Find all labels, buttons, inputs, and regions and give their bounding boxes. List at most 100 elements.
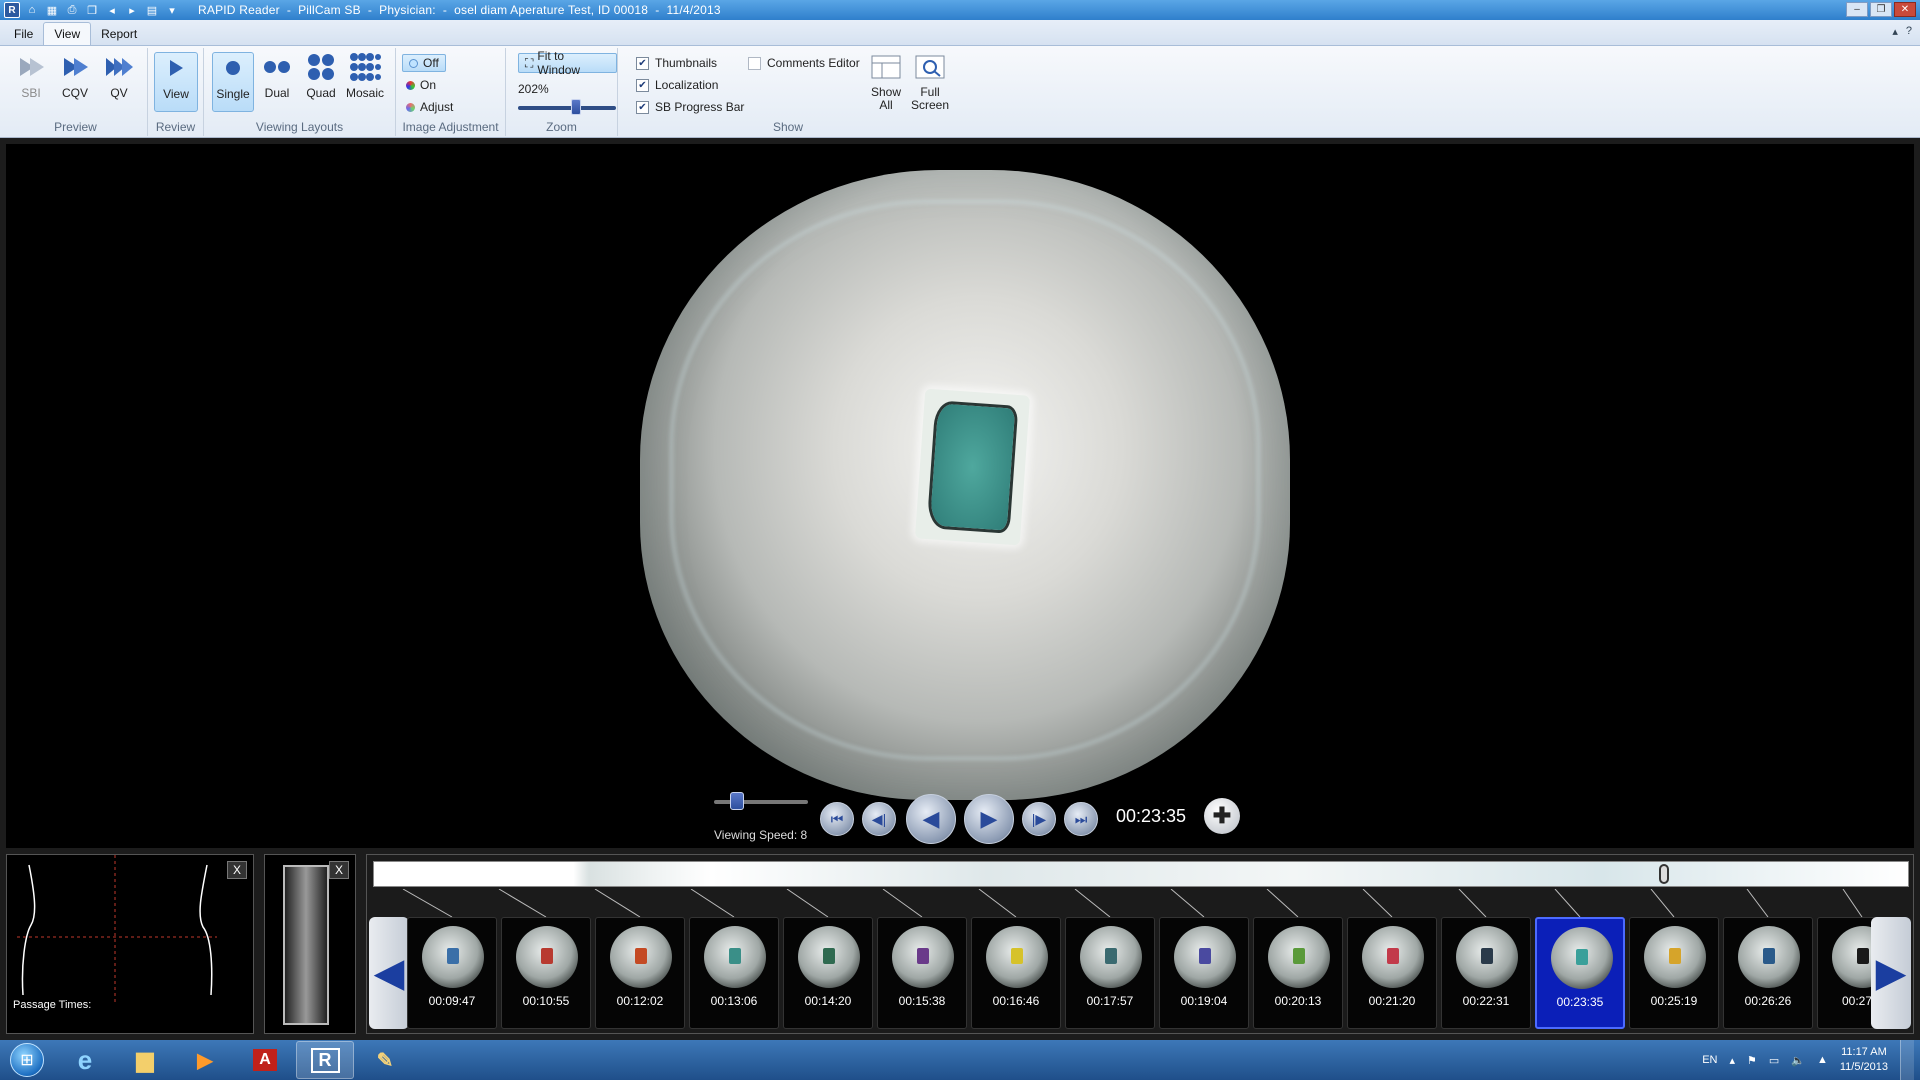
close-sb-progress-button[interactable]: X [329, 861, 349, 879]
thumbnail-item[interactable]: 00:23:35 [1535, 917, 1625, 1029]
localization-checkbox[interactable]: ✔ Localization [636, 78, 718, 92]
help-icon[interactable]: ? [1906, 25, 1912, 38]
thumbnails-checkbox[interactable]: ✔ Thumbnails [636, 56, 717, 70]
comments-editor-checkbox[interactable]: Comments Editor [748, 56, 860, 70]
layout-mosaic-button[interactable]: Mosaic [344, 52, 386, 112]
thumbnail-item[interactable]: 00:21:20 [1347, 917, 1437, 1029]
rapid-reader-icon: R [310, 1047, 340, 1073]
group-zoom: ⛶ Fit to Window 202% Zoom [506, 48, 618, 136]
thumbnail-item[interactable]: 00:19:04 [1159, 917, 1249, 1029]
play-icon[interactable]: ▸ [124, 2, 140, 18]
system-tray: EN ▴ ⚑ ▭ 🔈 ▲ 11:17 AM 11/5/2013 [1702, 1040, 1920, 1080]
sbi-icon [14, 52, 48, 82]
thumbnail-item[interactable]: 00:16:46 [971, 917, 1061, 1029]
tab-view[interactable]: View [43, 22, 92, 45]
thumbnail-item[interactable]: 00:13:06 [689, 917, 779, 1029]
start-button[interactable]: ⊞ [0, 1040, 54, 1080]
full-screen-button[interactable]: Full Screen [908, 52, 952, 114]
adjust-off-option[interactable]: Off [402, 54, 446, 72]
thumbnail-item[interactable]: 00:15:38 [877, 917, 967, 1029]
qv-button[interactable]: QV [98, 52, 140, 112]
add-bookmark-button[interactable]: ✚ [1204, 798, 1240, 834]
language-indicator[interactable]: EN [1702, 1054, 1717, 1066]
report-icon[interactable]: ▤ [144, 2, 160, 18]
connector-line [1458, 889, 1487, 917]
group-label-image-adjustment: Image Adjustment [402, 120, 499, 134]
clock[interactable]: 11:17 AM 11/5/2013 [1840, 1045, 1888, 1075]
thumbnails-next-button[interactable]: ▶ [1871, 917, 1911, 1029]
tab-report[interactable]: Report [91, 23, 147, 45]
thumbnail-image [516, 926, 578, 988]
thumbnail-item[interactable]: 00:10:55 [501, 917, 591, 1029]
timeline-bar[interactable] [373, 861, 1909, 887]
thumbnail-item[interactable]: 00:12:02 [595, 917, 685, 1029]
connector-line [978, 889, 1017, 917]
group-label-review: Review [155, 120, 196, 134]
play-forward-button[interactable]: ▶ [964, 794, 1014, 844]
thumbnail-item[interactable]: 00:14:20 [783, 917, 873, 1029]
back-icon[interactable]: ◂ [104, 2, 120, 18]
taskbar-paint[interactable]: ✎ [356, 1041, 414, 1079]
zoom-slider-thumb[interactable] [570, 99, 581, 115]
thumbnail-item[interactable]: 00:22:31 [1441, 917, 1531, 1029]
taskbar-ie[interactable]: e [56, 1041, 114, 1079]
grid-icon[interactable]: ▦ [44, 2, 60, 18]
timeline-connector-lines [402, 889, 1863, 917]
thumbnail-item[interactable]: 00:25:19 [1629, 917, 1719, 1029]
connector-line [1170, 889, 1205, 917]
paint-icon: ✎ [376, 1049, 394, 1072]
thumbnails-prev-button[interactable]: ◀ [369, 917, 409, 1029]
connector-line [1074, 889, 1111, 917]
layout-single-button[interactable]: Single [212, 52, 254, 112]
thumbnail-item[interactable]: 00:26:26 [1723, 917, 1813, 1029]
image-viewer[interactable] [6, 144, 1914, 848]
show-desktop-button[interactable] [1900, 1040, 1914, 1080]
group-label-zoom: Zoom [546, 120, 577, 134]
minimize-button[interactable]: – [1846, 2, 1868, 17]
adjust-adjust-option[interactable]: Adjust [406, 100, 453, 114]
group-label-viewing-layouts: Viewing Layouts [255, 120, 344, 134]
sb-progress-bar-checkbox[interactable]: ✔ SB Progress Bar [636, 100, 744, 114]
step-forward-button[interactable]: |▶ [1022, 802, 1056, 836]
play-reverse-button[interactable]: ◀ [906, 794, 956, 844]
app-icon[interactable]: R [4, 2, 20, 18]
thumbnail-item[interactable]: 00:09:47 [407, 917, 497, 1029]
print-icon[interactable]: ⎙ [64, 2, 80, 18]
fit-to-window-button[interactable]: ⛶ Fit to Window [518, 49, 617, 77]
network-icon[interactable]: ▭ [1769, 1054, 1779, 1067]
volume-icon[interactable]: 🔈 [1791, 1054, 1805, 1067]
taskbar-media-player[interactable]: ▶ [176, 1041, 234, 1079]
tab-file[interactable]: File [4, 23, 43, 45]
home-icon[interactable]: ⌂ [24, 2, 40, 18]
maximize-button[interactable]: ❐ [1870, 2, 1892, 17]
sbi-button[interactable]: SBI [10, 52, 52, 112]
taskbar-rapid-reader[interactable]: R [296, 1041, 354, 1079]
update-icon[interactable]: ▲ [1817, 1054, 1828, 1066]
taskbar-explorer[interactable]: ▆ [116, 1041, 174, 1079]
thumbnail-item[interactable]: 00:20:13 [1253, 917, 1343, 1029]
thumbnail-item[interactable]: 00:17:57 [1065, 917, 1155, 1029]
show-all-button[interactable]: Show All [864, 52, 908, 114]
connector-line [1842, 889, 1863, 917]
speed-slider-track[interactable] [714, 800, 808, 804]
dropdown-icon[interactable]: ▾ [164, 2, 180, 18]
adjust-on-option[interactable]: On [406, 78, 436, 92]
step-back-button[interactable]: ◀| [862, 802, 896, 836]
last-frame-button[interactable]: ⏭ [1064, 802, 1098, 836]
flag-icon[interactable]: ⚑ [1747, 1054, 1757, 1067]
cqv-button[interactable]: CQV [54, 52, 96, 112]
tray-expand-icon[interactable]: ▴ [1729, 1054, 1735, 1067]
layout-dual-button[interactable]: Dual [256, 52, 298, 112]
first-frame-button[interactable]: ⏮ [820, 802, 854, 836]
view-button[interactable]: View [154, 52, 198, 112]
close-button[interactable]: ✕ [1894, 2, 1916, 17]
close-localization-button[interactable]: X [227, 861, 247, 879]
zoom-slider-track[interactable] [518, 106, 616, 110]
copy-icon[interactable]: ❐ [84, 2, 100, 18]
folder-icon: ▆ [136, 1047, 154, 1072]
speed-slider-thumb[interactable] [730, 792, 744, 810]
layout-quad-button[interactable]: Quad [300, 52, 342, 112]
timeline-marker[interactable] [1659, 864, 1670, 884]
taskbar-acrobat[interactable]: A [236, 1041, 294, 1079]
collapse-ribbon-icon[interactable]: ▴ [1892, 25, 1898, 38]
